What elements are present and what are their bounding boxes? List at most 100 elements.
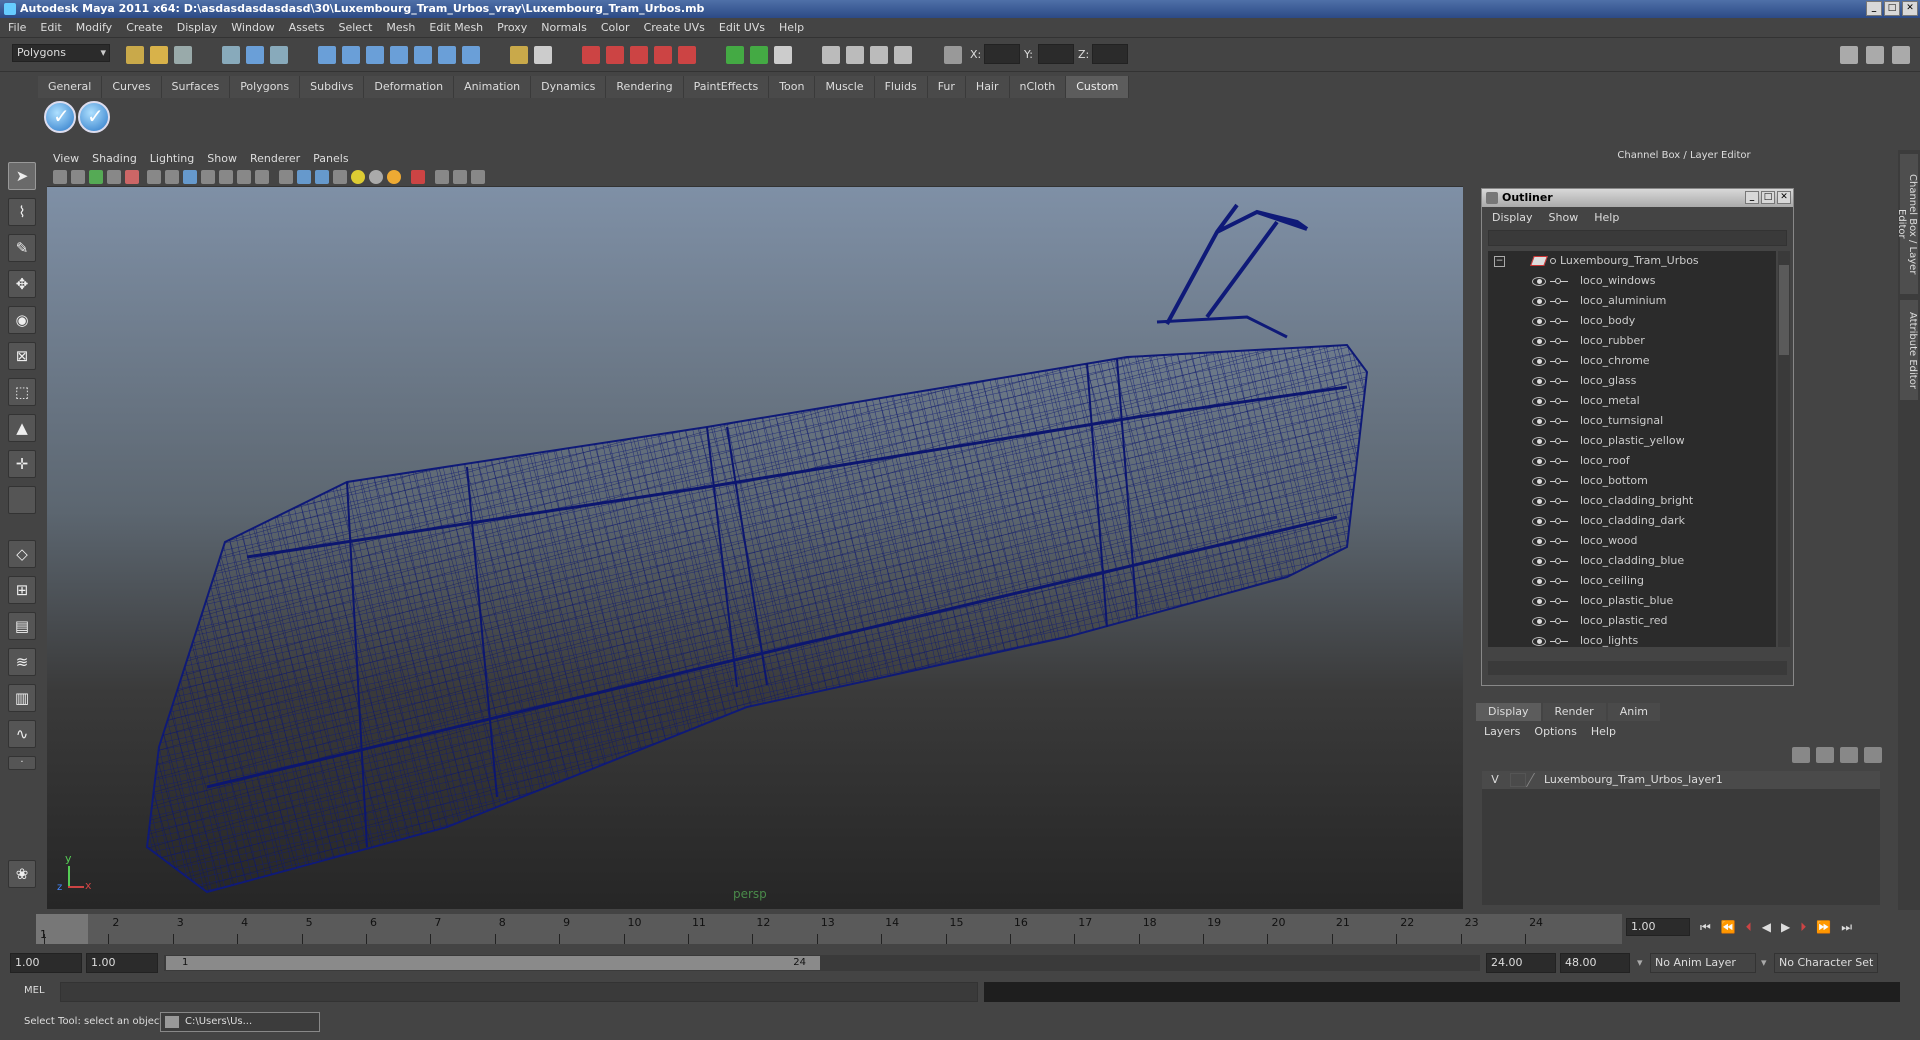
attribute-editor-side-tab[interactable]: Attribute Editor [1900,300,1918,400]
minimize-button[interactable]: _ [1866,1,1882,16]
perspective-viewport[interactable]: y x z persp [47,187,1463,909]
outliner-item[interactable]: loco_plastic_yellow [1488,431,1776,451]
channel-box-side-tab[interactable]: Channel Box / Layer Editor [1896,154,1918,294]
show-manipulator-icon[interactable]: ✛ [8,450,36,478]
layer-color-swatch[interactable] [1525,773,1543,787]
four-view-layout-icon[interactable]: ⊞ [8,576,36,604]
last-tool-icon[interactable] [8,486,36,514]
collapse-icon[interactable]: − [1494,256,1505,267]
new-scene-icon[interactable] [126,46,144,64]
grid-toggle-icon[interactable] [125,170,139,184]
ipr-icon[interactable] [870,46,888,64]
menu-help[interactable]: Help [779,21,804,34]
outliner-horizontal-scrollbar[interactable] [1488,661,1787,675]
textured-icon[interactable] [333,170,347,184]
playback-end-field[interactable]: 24.00 [1486,953,1556,973]
lock-icon[interactable] [510,46,528,64]
viewport-menu-lighting[interactable]: Lighting [150,152,194,165]
save-scene-icon[interactable] [174,46,192,64]
layer-menu-options[interactable]: Options [1534,725,1576,738]
persp-graph-layout-icon[interactable]: ≋ [8,648,36,676]
select-component-icon[interactable] [270,46,288,64]
show-channel-box-icon[interactable] [1892,46,1910,64]
shelf-tab-dynamics[interactable]: Dynamics [531,76,607,98]
lasso-tool-icon[interactable]: ⌇ [8,198,36,226]
step-forward-frame-icon[interactable]: ⏵ [1800,920,1806,935]
playback-start-field[interactable]: 1.00 [86,953,158,973]
universal-manipulator-icon[interactable]: ⬚ [8,378,36,406]
bookmarks-icon[interactable] [89,170,103,184]
menu-display[interactable]: Display [177,21,218,34]
outliner-item[interactable]: loco_plastic_blue [1488,591,1776,611]
single-perspective-layout-icon[interactable]: ◇ [8,540,36,568]
outliner-item[interactable]: loco_wood [1488,531,1776,551]
layer-visibility-toggle[interactable]: V [1488,771,1502,789]
mel-input[interactable] [60,982,978,1002]
layer-tab-render[interactable]: Render [1542,703,1606,721]
persp-outliner-layout-icon[interactable]: ▤ [8,612,36,640]
hypershade-icon[interactable] [678,46,696,64]
shelf-tab-surfaces[interactable]: Surfaces [161,76,231,98]
start-time-field[interactable]: 1.00 [10,953,82,973]
z-field[interactable] [1092,44,1128,64]
viewport-menu-view[interactable]: View [53,152,79,165]
render-view-icon[interactable] [822,46,840,64]
shelf-tab-polygons[interactable]: Polygons [230,76,301,98]
lights-icon[interactable] [351,170,365,184]
shelf-tab-painteffects[interactable]: PaintEffects [683,76,770,98]
shelf-tab-toon[interactable]: Toon [769,76,816,98]
outliner-item[interactable]: loco_cladding_dark [1488,511,1776,531]
menu-create-uvs[interactable]: Create UVs [644,21,705,34]
menu-file[interactable]: File [8,21,26,34]
new-layer-from-selected-icon[interactable] [1864,747,1882,763]
scale-tool-icon[interactable]: ⊠ [8,342,36,370]
menu-normals[interactable]: Normals [541,21,587,34]
construction-history-icon[interactable] [774,46,792,64]
menu-edit[interactable]: Edit [40,21,61,34]
outliner-item[interactable]: loco_cladding_bright [1488,491,1776,511]
menu-mesh[interactable]: Mesh [386,21,415,34]
shelf-tab-muscle[interactable]: Muscle [815,76,875,98]
transform-field-icon[interactable] [944,46,962,64]
resolution-gate-icon[interactable] [165,170,179,184]
menu-modify[interactable]: Modify [76,21,112,34]
outliner-menu-show[interactable]: Show [1549,211,1579,224]
gate-mask-icon[interactable] [183,170,197,184]
outliner-menu-display[interactable]: Display [1492,211,1533,224]
paint-select-tool-icon[interactable]: ✎ [8,234,36,262]
snap-plane-icon[interactable] [390,46,408,64]
outliner-item[interactable]: loco_turnsignal [1488,411,1776,431]
layer-playback-toggle[interactable] [1510,773,1526,787]
make-live-icon[interactable] [462,46,480,64]
menu-edit-uvs[interactable]: Edit UVs [719,21,765,34]
range-slider-thumb[interactable]: 1 24 [166,956,820,970]
shadows-icon[interactable] [369,170,383,184]
rotate-tool-icon[interactable]: ◉ [8,306,36,334]
render-settings-icon[interactable] [654,46,672,64]
outliner-item[interactable]: loco_body [1488,311,1776,331]
step-back-frame-icon[interactable]: ⏴ [1746,920,1752,935]
new-layer-icon[interactable] [1840,747,1858,763]
open-scene-icon[interactable] [150,46,168,64]
custom-shelf-check-icon-2[interactable] [78,101,110,133]
layout-options-icon[interactable]: · [8,756,36,770]
shelf-tab-hair[interactable]: Hair [965,76,1010,98]
isolate-select-icon[interactable] [411,170,425,184]
viewport-menu-shading[interactable]: Shading [92,152,137,165]
input-ops-icon[interactable] [726,46,744,64]
step-forward-key-icon[interactable]: ⏩ [1816,920,1831,935]
go-to-end-icon[interactable]: ⏭ [1841,920,1852,935]
layer-menu-layers[interactable]: Layers [1484,725,1520,738]
history-icon[interactable] [534,46,552,64]
menu-select[interactable]: Select [338,21,372,34]
select-hierarchy-icon[interactable] [222,46,240,64]
end-time-field[interactable]: 48.00 [1560,953,1630,973]
shelf-tab-fur[interactable]: Fur [927,76,966,98]
outliner-item[interactable]: loco_bottom [1488,471,1776,491]
shelf-tab-fluids[interactable]: Fluids [874,76,928,98]
maximize-button[interactable]: □ [1884,1,1900,16]
move-layer-down-icon[interactable] [1816,747,1834,763]
shelf-tab-rendering[interactable]: Rendering [606,76,684,98]
menu-create[interactable]: Create [126,21,163,34]
layer-tab-display[interactable]: Display [1476,703,1541,721]
